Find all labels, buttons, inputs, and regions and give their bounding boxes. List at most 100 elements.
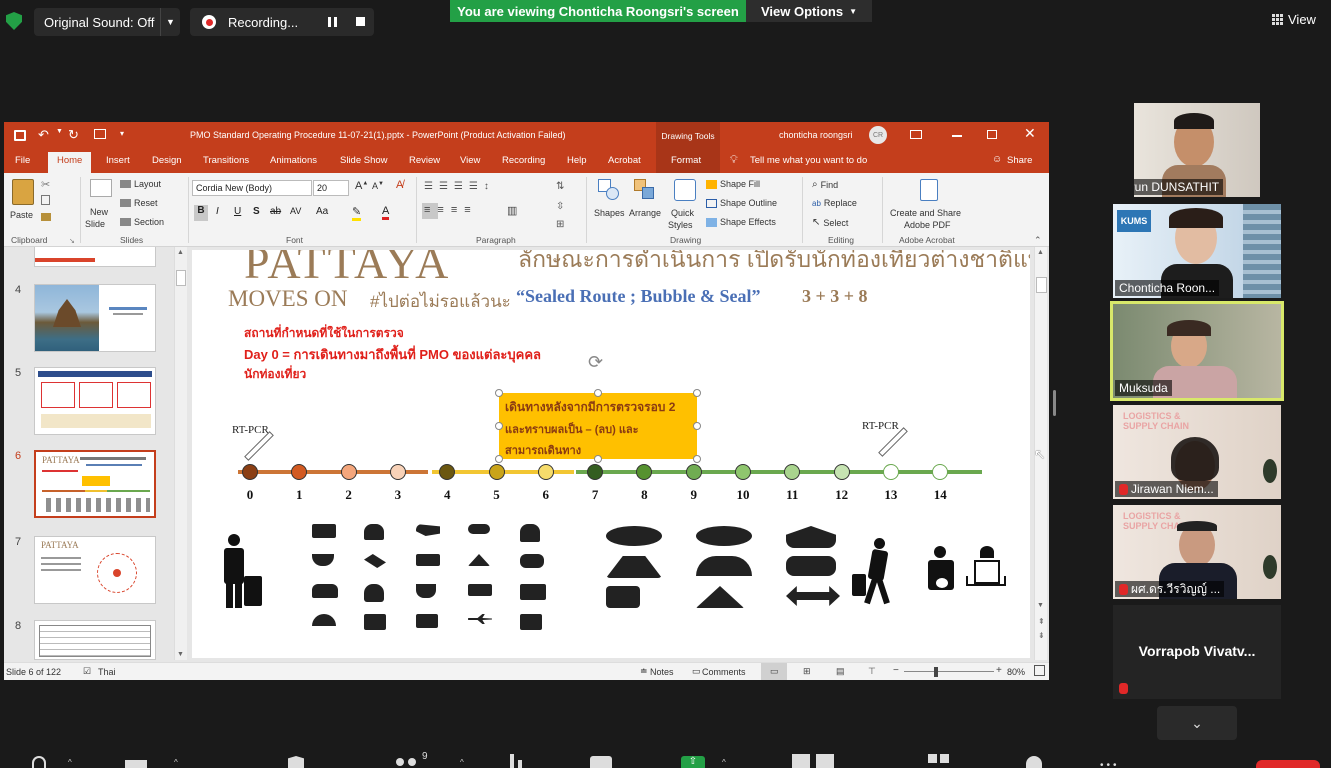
- zoom-out-icon[interactable]: −: [893, 665, 899, 676]
- polls-icon[interactable]: [510, 754, 514, 768]
- close-icon[interactable]: ✕: [1024, 125, 1036, 142]
- view-options-button[interactable]: View Options ▼: [746, 0, 872, 22]
- rt-pcr-left-label[interactable]: RT-PCR: [232, 424, 269, 436]
- breakout-rooms-icon[interactable]: [928, 754, 937, 763]
- participant-tile[interactable]: LOGISTICS & SUPPLY CHAIN ผศ.ดร.วีรวิญญ์ .…: [1113, 505, 1281, 599]
- show-more-participants-button[interactable]: ⌄: [1157, 706, 1237, 740]
- selected-text-box[interactable]: เดินทางหลังจากมีการตรวจรอบ 2 และทราบผลเป…: [499, 393, 697, 459]
- participants-icon[interactable]: [396, 758, 404, 766]
- minimize-icon[interactable]: [952, 135, 962, 137]
- previous-slide-icon[interactable]: ⇞: [1038, 617, 1045, 626]
- reactions-icon[interactable]: [1026, 756, 1042, 768]
- smartart-icon[interactable]: ⊞: [556, 219, 564, 230]
- tab-recording[interactable]: Recording: [502, 155, 545, 166]
- quick-styles-label-1[interactable]: Quick: [671, 208, 694, 218]
- select-button[interactable]: ↖ Select: [812, 217, 848, 228]
- scroll-down-icon[interactable]: ▼: [177, 651, 184, 658]
- slide-thumbnail-4[interactable]: [34, 284, 156, 352]
- quick-styles-label-2[interactable]: Styles: [668, 220, 693, 230]
- resize-handle[interactable]: [594, 455, 602, 463]
- hashtag-text[interactable]: #ไปต่อไม่รอแล้วนะ: [370, 288, 511, 315]
- create-pdf-label-1[interactable]: Create and Share: [890, 208, 961, 218]
- italic-icon[interactable]: I: [216, 206, 219, 217]
- red-text-line-1[interactable]: สถานที่กำหนดที่ใช้ในการตรวจ: [244, 324, 404, 343]
- scrollbar-thumb[interactable]: [176, 270, 186, 286]
- shape-outline-button[interactable]: Shape Outline: [706, 198, 777, 208]
- view-button[interactable]: View: [1272, 12, 1316, 27]
- dialog-launcher-icon[interactable]: ↘: [69, 237, 75, 245]
- replace-button[interactable]: ab Replace: [812, 198, 857, 208]
- rotate-handle-icon[interactable]: ⟳: [588, 352, 603, 373]
- scrollbar-thumb[interactable]: [1036, 277, 1047, 293]
- paste-icon[interactable]: [12, 179, 34, 205]
- participant-tile[interactable]: Vorrapob Vivatv...: [1113, 605, 1281, 699]
- tab-review[interactable]: Review: [409, 155, 440, 166]
- timeline-day-marker[interactable]: [291, 464, 308, 480]
- zoom-slider-track[interactable]: [904, 671, 994, 672]
- create-pdf-label-2[interactable]: Adobe PDF: [904, 220, 951, 230]
- format-painter-icon[interactable]: [41, 213, 51, 221]
- zoom-level[interactable]: 80%: [1007, 667, 1025, 677]
- new-slide-label-2[interactable]: Slide: [85, 219, 105, 229]
- chat-icon[interactable]: [590, 756, 612, 768]
- find-button[interactable]: ⌕ Find: [812, 179, 838, 190]
- zoom-in-icon[interactable]: +: [996, 665, 1002, 676]
- timeline-day-marker[interactable]: [439, 464, 456, 480]
- record-icon[interactable]: [792, 754, 810, 768]
- timeline-day-marker[interactable]: [735, 464, 751, 480]
- participant-tile[interactable]: KUMS Chonticha Roon...: [1113, 204, 1281, 298]
- timeline-day-marker[interactable]: [833, 464, 850, 480]
- alignment-icons[interactable]: ≡≡≡≡: [424, 204, 478, 216]
- security-shield-icon[interactable]: [6, 12, 22, 30]
- timeline-day-marker[interactable]: [882, 464, 899, 480]
- clear-format-icon[interactable]: A̸: [396, 179, 403, 191]
- new-slide-label-1[interactable]: New: [90, 207, 108, 217]
- more-icon[interactable]: •••: [1100, 760, 1120, 768]
- shapes-icon[interactable]: [598, 179, 620, 201]
- fit-to-window-icon[interactable]: [1034, 665, 1045, 676]
- rt-pcr-right-label[interactable]: RT-PCR: [862, 420, 899, 432]
- tab-format[interactable]: Format: [671, 155, 701, 166]
- tab-slide-show[interactable]: Slide Show: [340, 155, 388, 166]
- pause-icon[interactable]: [328, 17, 337, 27]
- chevron-up-icon[interactable]: ^: [68, 758, 72, 767]
- participant-tile[interactable]: sarun DUNSATHIT: [1134, 103, 1260, 197]
- section-button[interactable]: Section: [120, 217, 164, 227]
- timeline-day-marker[interactable]: [242, 464, 258, 480]
- create-pdf-icon[interactable]: [920, 179, 938, 201]
- slide-title-pattaya[interactable]: PATTAYA: [244, 250, 450, 289]
- arrange-button[interactable]: Arrange: [629, 208, 661, 218]
- char-spacing-icon[interactable]: AV: [290, 206, 301, 216]
- moves-on-text[interactable]: MOVES ON: [228, 286, 347, 312]
- change-case-icon[interactable]: Aa: [316, 206, 328, 217]
- slideshow-view-icon[interactable]: ⊤: [868, 666, 876, 677]
- chevron-down-icon[interactable]: ▼: [160, 8, 180, 36]
- bullets-icon[interactable]: ☰☰☰☰↕: [424, 181, 495, 192]
- timeline-day-marker[interactable]: [587, 464, 604, 480]
- font-color-icon[interactable]: A: [382, 205, 390, 220]
- underline-icon[interactable]: U: [234, 206, 241, 217]
- shape-effects-button[interactable]: Shape Effects: [706, 217, 776, 227]
- arrange-icon[interactable]: [634, 179, 656, 201]
- tab-home[interactable]: Home: [48, 152, 92, 173]
- comments-button[interactable]: Comments: [702, 667, 746, 677]
- undo-icon[interactable]: ↶: [38, 127, 49, 143]
- timeline-day-marker[interactable]: [636, 464, 653, 480]
- new-slide-icon[interactable]: [90, 179, 112, 197]
- scroll-up-icon[interactable]: ▲: [177, 249, 184, 256]
- maximize-icon[interactable]: [987, 130, 997, 139]
- highlight-icon[interactable]: ✎: [352, 205, 362, 221]
- text-box-line-3[interactable]: สามารถเดินทาง: [505, 441, 581, 459]
- microphone-muted-icon[interactable]: [32, 756, 46, 768]
- timeline-day-marker[interactable]: [932, 464, 949, 480]
- thumbnails-scrollbar[interactable]: ▲ ▼: [174, 247, 187, 660]
- collapse-ribbon-icon[interactable]: ⌃: [1034, 235, 1042, 246]
- save-icon[interactable]: [14, 130, 26, 141]
- notes-button[interactable]: Notes: [650, 667, 674, 677]
- slide-sorter-icon[interactable]: ⊞: [803, 666, 811, 677]
- tab-animations[interactable]: Animations: [270, 155, 317, 166]
- ribbon-display-icon[interactable]: [910, 130, 922, 139]
- columns-icon[interactable]: ▥: [507, 204, 517, 217]
- tab-help[interactable]: Help: [567, 155, 587, 166]
- chevron-up-icon[interactable]: ^: [174, 758, 178, 767]
